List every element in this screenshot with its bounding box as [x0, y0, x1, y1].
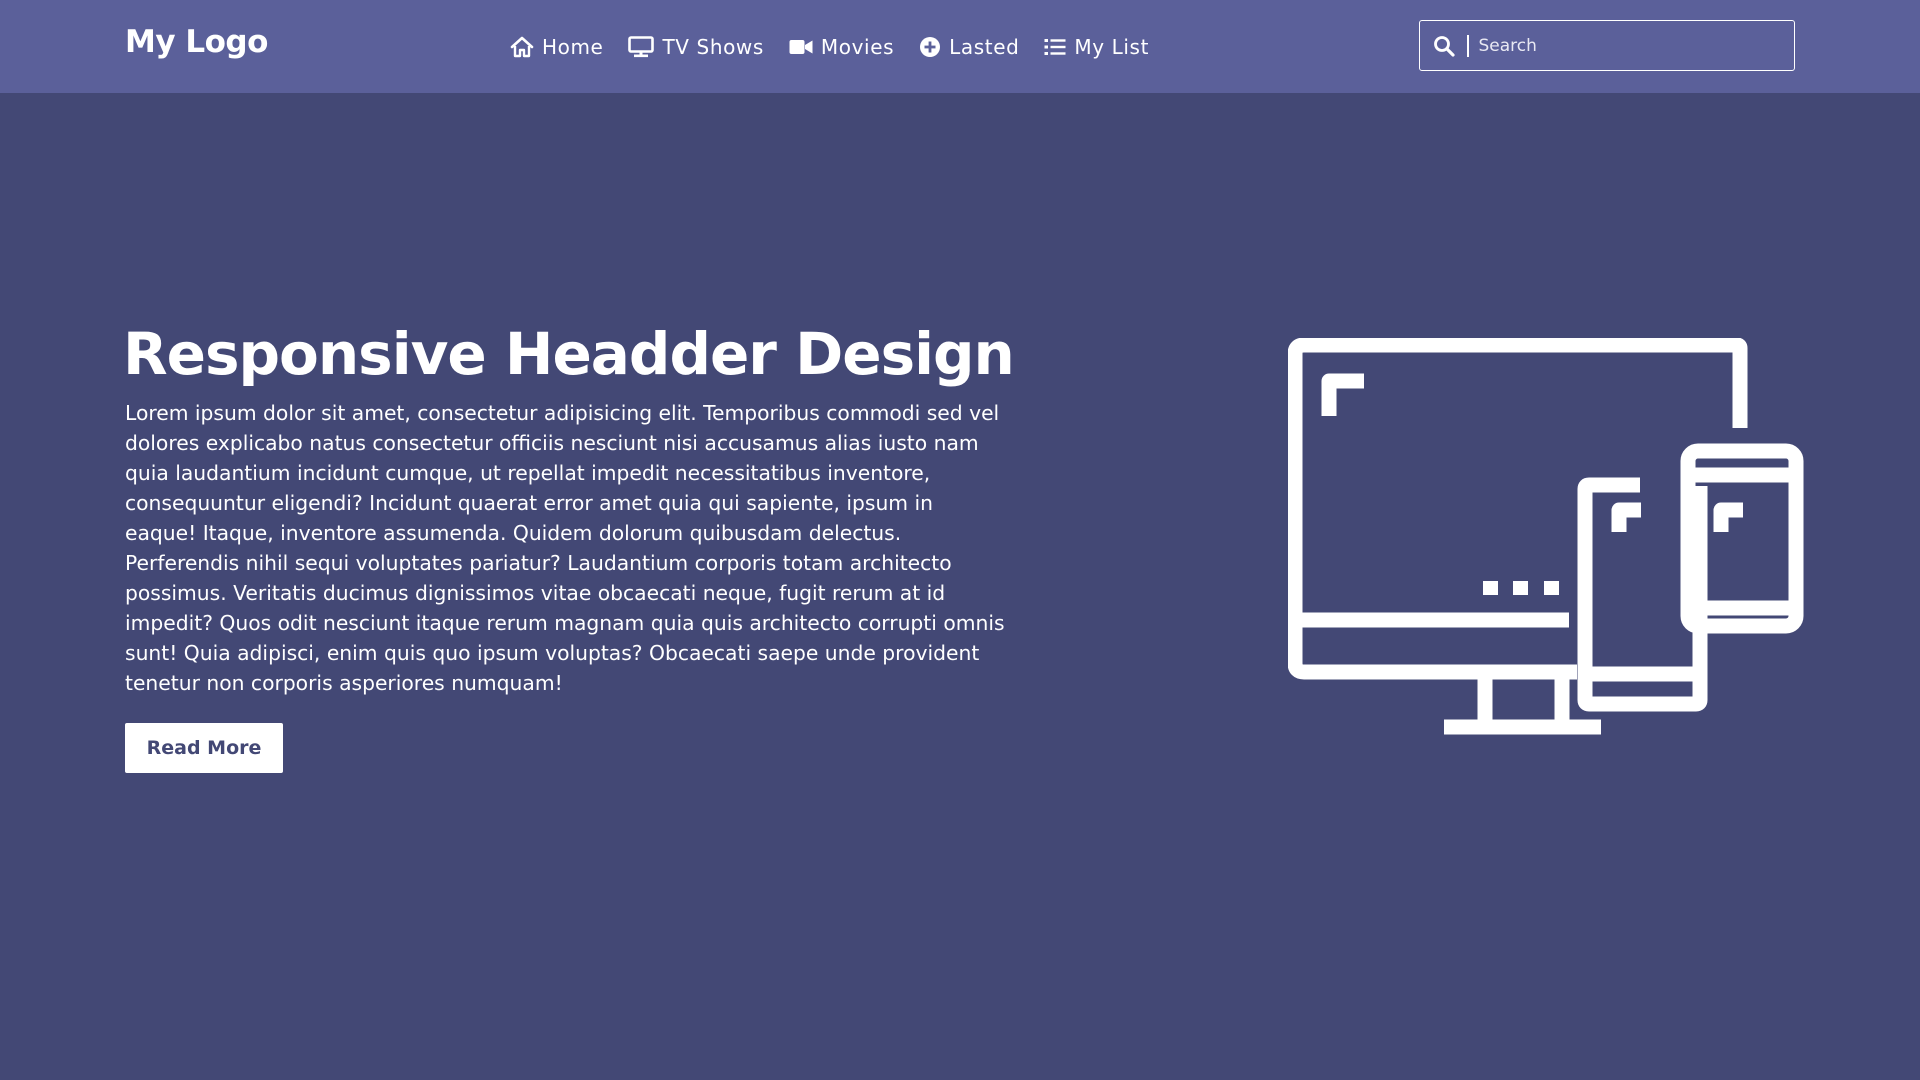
list-icon [1044, 38, 1066, 55]
video-camera-icon [789, 39, 813, 54]
nav-label-lasted: Lasted [949, 34, 1020, 59]
plus-circle-icon [920, 36, 941, 57]
nav-item-home[interactable]: Home [510, 0, 603, 93]
search-divider [1467, 34, 1469, 57]
responsive-devices-icon [1288, 338, 1804, 735]
nav-label-movies: Movies [820, 34, 895, 59]
home-icon [510, 36, 534, 57]
nav-label-my-list: My List [1074, 34, 1150, 59]
tv-icon [628, 35, 655, 57]
search-box[interactable] [1419, 20, 1795, 71]
main-nav: Home TV Shows Movies Lasted My List [510, 0, 1174, 93]
search-icon[interactable] [1433, 35, 1455, 57]
top-navbar: My Logo Home TV Shows Movies Lasted My L… [0, 0, 1920, 93]
hero-title: Responsive Headder Design [123, 320, 1015, 388]
hero-description: Lorem ipsum dolor sit amet, consectetur … [125, 401, 1005, 695]
nav-label-tv-shows: TV Shows [662, 34, 764, 59]
nav-item-my-list[interactable]: My List [1044, 0, 1149, 93]
nav-label-home: Home [542, 34, 604, 59]
search-input[interactable] [1478, 25, 1779, 66]
nav-item-movies[interactable]: Movies [789, 0, 894, 93]
nav-item-tv-shows[interactable]: TV Shows [628, 0, 763, 93]
nav-item-lasted[interactable]: Lasted [919, 0, 1019, 93]
site-logo[interactable]: My Logo [125, 24, 268, 60]
read-more-button[interactable]: Read More [125, 723, 283, 773]
